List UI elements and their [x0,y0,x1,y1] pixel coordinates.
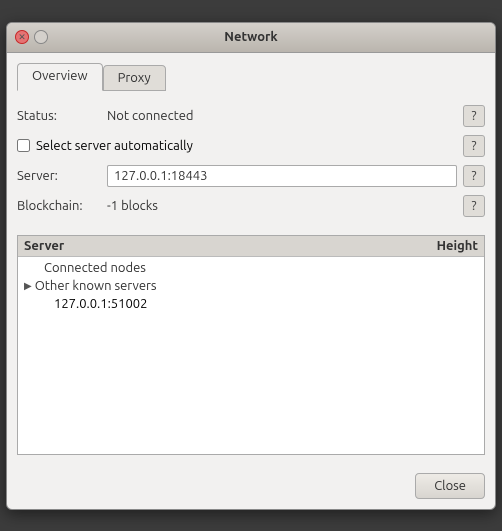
close-window-button[interactable]: ✕ [15,30,29,44]
connected-nodes-label: Connected nodes [44,261,146,275]
tab-proxy[interactable]: Proxy [103,65,166,91]
status-value: Not connected [107,109,457,123]
tree-header: Server Height [18,236,484,257]
list-item[interactable]: 127.0.0.1:51002 [18,295,484,313]
col-server: Server [24,239,398,253]
expand-icon: ▶ [24,280,32,292]
tab-overview[interactable]: Overview [17,63,103,91]
tab-bar: Overview Proxy [17,63,485,91]
minimize-button[interactable] [34,30,48,44]
server-help-button[interactable]: ? [463,165,485,187]
content-area: Overview Proxy Status: Not connected ? S… [7,53,495,465]
window-title: Network [224,30,277,44]
status-label: Status: [17,109,107,123]
auto-server-label: Select server automatically [36,139,193,153]
col-height: Height [398,239,478,253]
blockchain-row: Blockchain: -1 blocks ? [17,195,485,217]
server-label: Server: [17,169,107,183]
overview-form: Status: Not connected ? Select server au… [17,101,485,229]
list-item[interactable]: Connected nodes [18,259,484,277]
other-servers-label: Other known servers [35,279,157,293]
titlebar: ✕ Network [7,23,495,53]
server-input[interactable] [107,165,457,187]
tree-body: Connected nodes ▶ Other known servers 12… [18,257,484,315]
auto-server-row: Select server automatically ? [17,135,485,157]
titlebar-controls: ✕ [15,30,48,44]
close-button[interactable]: Close [415,473,485,499]
server-row: Server: ? [17,165,485,187]
auto-server-checkbox[interactable] [17,139,30,152]
footer: Close [7,465,495,509]
server-ip-label: 127.0.0.1:51002 [54,297,147,311]
blockchain-label: Blockchain: [17,199,107,213]
list-item[interactable]: ▶ Other known servers [18,277,484,295]
server-tree: Server Height Connected nodes ▶ Other kn… [17,235,485,455]
status-row: Status: Not connected ? [17,105,485,127]
auto-server-help-button[interactable]: ? [463,135,485,157]
status-help-button[interactable]: ? [463,105,485,127]
blockchain-help-button[interactable]: ? [463,195,485,217]
blockchain-value: -1 blocks [107,199,457,213]
network-window: ✕ Network Overview Proxy Status: Not con… [6,22,496,510]
